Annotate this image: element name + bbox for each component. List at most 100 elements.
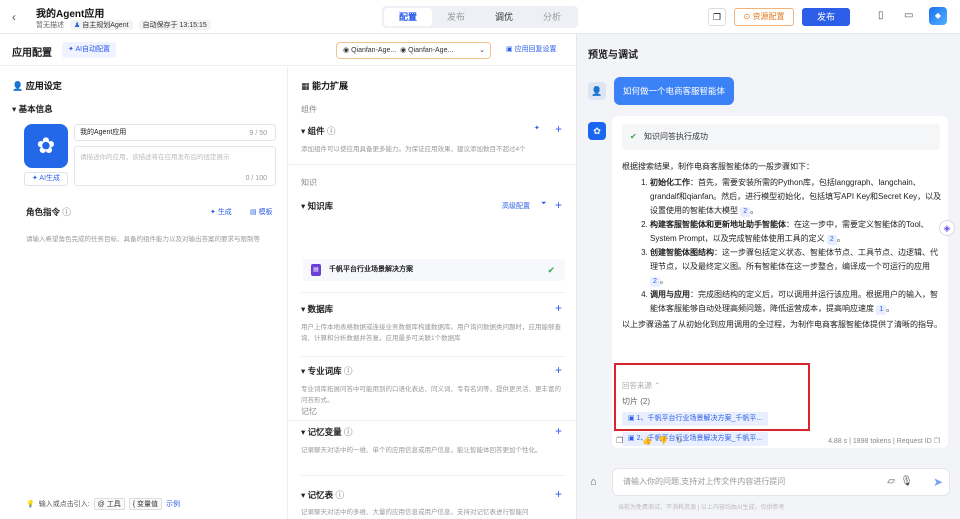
role-template-button[interactable]: ▤ 模板: [250, 207, 273, 217]
add-component-button[interactable]: +: [555, 123, 562, 135]
ai-generate-label: AI生成: [39, 175, 61, 182]
filter-icon[interactable]: ⏷: [541, 200, 547, 208]
feedback-icon[interactable]: ▭: [904, 10, 913, 21]
config-title: 应用配置: [12, 48, 52, 59]
reference-badge[interactable]: 2: [650, 277, 660, 287]
app-meta: 暂无描述 ♟ 自主规划Agent 自动保存于 13:15:15: [36, 20, 211, 30]
book-icon[interactable]: ▯: [878, 10, 884, 21]
person-icon: 👤: [12, 81, 24, 91]
reference-badge[interactable]: 1: [876, 305, 887, 315]
ai-sparkle-icon[interactable]: ✦: [534, 124, 540, 132]
app-name-input[interactable]: 我的Agent应用 9 / 50: [74, 124, 276, 141]
terms-toggle[interactable]: ▾ 专业词库 ⓘ: [301, 365, 353, 377]
tab-config[interactable]: 配置: [384, 8, 432, 26]
role-generate-button[interactable]: ✦ 生成: [210, 207, 232, 217]
model-select[interactable]: ◉ Qianfan-Age... ◉ Qianfan-Age... ⌄: [336, 42, 491, 59]
thumbs-up-icon[interactable]: 👍: [642, 436, 652, 445]
knowledge-base-item[interactable]: ▤ 千帆平台行业场景解决方案 ✔: [303, 259, 565, 281]
app-desc-placeholder: 请描述你的应用，该描述将在应用发布后的扭定展示: [80, 154, 230, 161]
upload-folder-icon[interactable]: ▱: [887, 469, 895, 495]
answer-step: 初始化工作：首先，需要安装所需的Python库，包括langgraph、lang…: [650, 176, 942, 218]
add-memory-variable-button[interactable]: +: [555, 425, 562, 437]
preview-footer: 当前为免费测试，不消耗资源 | 以上内容均由AI生成，仅供参考: [618, 505, 785, 511]
insert-tool-chip[interactable]: @ 工具: [93, 498, 125, 510]
tab-publish[interactable]: 发布: [432, 8, 480, 26]
database-toggle[interactable]: ▾ 数据库: [301, 303, 333, 315]
insert-variable-chip[interactable]: { 变量值: [128, 498, 163, 510]
answer-text: 根据搜索结果，制作电商客服智能体的一般步骤如下： 初始化工作：首先，需要安装所需…: [622, 160, 942, 332]
chat-input-placeholder: 请输入你的问题,支持对上传文件内容进行提问: [623, 477, 786, 486]
microphone-icon[interactable]: 🎙: [900, 469, 913, 495]
tab-analysis[interactable]: 分析: [528, 8, 576, 26]
terms-title: 专业词库: [307, 366, 342, 376]
add-knowledge-base-button[interactable]: +: [555, 199, 562, 211]
memory-variable-toggle[interactable]: ▾ 记忆变量 ⓘ: [301, 426, 353, 438]
kb-advanced-config-link[interactable]: 高级配置: [502, 201, 530, 211]
basic-info-label: 基本信息: [18, 104, 53, 114]
memory-table-title: 记忆表: [307, 490, 334, 500]
insert-tip-label: 输入或点击引入:: [38, 501, 90, 508]
resource-config-label: 资源配置: [752, 12, 785, 21]
puzzle-icon: ▦: [301, 81, 310, 91]
publish-button[interactable]: 发布: [802, 8, 850, 26]
memory-table-desc: 记录聊天对话中的多维、大量的应用信息或用户信息，支持对记忆表进行智能问: [301, 509, 529, 516]
answer-actions: ❐ 👍 👎 ↻ 4.88 s | 1898 tokens | Request I…: [612, 434, 948, 450]
resource-config-button[interactable]: ⊙ 资源配置: [734, 8, 794, 26]
components-toggle[interactable]: ▾ 组件 ⓘ: [301, 125, 336, 137]
role-instruction-input[interactable]: 请输入希望角色完成的任务目标、具备的组件能力以及对输出答案的要求与限制等: [26, 234, 276, 245]
ai-auto-config-button[interactable]: ✦ AI自动配置: [62, 42, 117, 58]
check-icon: ✔: [547, 265, 555, 275]
knowledge-base-item-label: 千帆平台行业场景解决方案: [329, 266, 413, 273]
request-id-label[interactable]: Request ID: [897, 438, 932, 445]
answer-intro: 根据搜索结果，制作电商客服智能体的一般步骤如下：: [622, 162, 814, 171]
divider: [301, 356, 565, 357]
memory-variable-title: 记忆变量: [307, 427, 342, 437]
role-instruction-title: 角色指令 ⓘ: [26, 207, 71, 217]
preview-title: 预览与调试: [588, 50, 638, 61]
chevron-down-icon: ⌄: [479, 47, 485, 54]
knowledge-base-toggle[interactable]: ▾ 知识库: [301, 200, 333, 212]
chevron-left-icon[interactable]: ‹: [12, 10, 16, 24]
ai-auto-config-label: AI自动配置: [75, 46, 111, 53]
tab-tuning[interactable]: 调优: [480, 8, 528, 26]
model-b: Qianfan-Age...: [408, 47, 454, 54]
answer-summary: 以上步骤涵盖了从初始化到应用调用的全过程，为制作电商客服智能体提供了清晰的指导。: [622, 320, 942, 329]
answer-step: 创建智能体图结构：这一步骤包括定义状态、智能体节点、工具节点、边逻辑、代理节点，…: [650, 246, 942, 288]
add-memory-table-button[interactable]: +: [555, 488, 562, 500]
add-database-button[interactable]: +: [555, 302, 562, 314]
status-bar[interactable]: ✔ 知识问答执行成功: [622, 124, 940, 150]
user-avatar[interactable]: ◆: [929, 7, 947, 25]
agent-mode-badge[interactable]: ♟ 自主规划Agent: [70, 20, 133, 30]
app-name-count: 9 / 50: [249, 130, 267, 137]
reference-badge[interactable]: 2: [740, 207, 751, 217]
broom-icon[interactable]: ⌂: [590, 476, 597, 488]
agent-mode-label: 自主规划Agent: [82, 22, 129, 29]
app-logo[interactable]: ✿: [24, 124, 68, 168]
memory-table-toggle[interactable]: ▾ 记忆表 ⓘ: [301, 489, 344, 501]
document-icon: ▤: [311, 264, 321, 276]
app-desc-input[interactable]: 请描述你的应用，该描述将在应用发布后的扭定展示 0 / 100: [74, 146, 276, 186]
copy-icon[interactable]: ❐: [708, 8, 726, 26]
reference-badge[interactable]: 2: [826, 235, 837, 245]
assistant-float-icon[interactable]: ◈: [939, 220, 955, 236]
database-desc: 用户上传本地表格数据或连接业务数据库构建数据库。用户询问数据类问题时，应用能够查…: [301, 324, 561, 342]
basic-info-toggle[interactable]: ▾ 基本信息: [12, 103, 53, 115]
reply-settings-link[interactable]: ▣ 应用回复设置: [506, 44, 557, 54]
knowledge-base-title: 知识库: [307, 201, 334, 211]
database-title: 数据库: [307, 304, 334, 314]
copy-icon[interactable]: ❐: [616, 436, 623, 445]
send-icon[interactable]: ➤: [933, 469, 943, 495]
chat-input[interactable]: 请输入你的问题,支持对上传文件内容进行提问 ▱ 🎙 ➤: [612, 468, 950, 496]
config-panel: 应用配置 ✦ AI自动配置 ◉ Qianfan-Age... ◉ Qianfan…: [0, 34, 577, 519]
token-count: 1898 tokens: [852, 438, 892, 445]
add-terms-button[interactable]: +: [555, 364, 562, 376]
ai-generate-logo-button[interactable]: ✦ AI生成: [24, 172, 68, 186]
preview-panel: 预览与调试 👤 如何做一个电商客服智能体 ✿ ✔ 知识问答执行成功 根据搜索结果，…: [578, 34, 960, 519]
example-link[interactable]: 示例: [166, 499, 180, 509]
divider: [289, 420, 577, 421]
refresh-icon[interactable]: ↻: [676, 436, 683, 445]
thumbs-down-icon[interactable]: 👎: [658, 436, 668, 445]
status-text: 知识问答执行成功: [644, 132, 708, 141]
divider: [301, 292, 565, 293]
help-icon: ⓘ: [62, 207, 71, 217]
